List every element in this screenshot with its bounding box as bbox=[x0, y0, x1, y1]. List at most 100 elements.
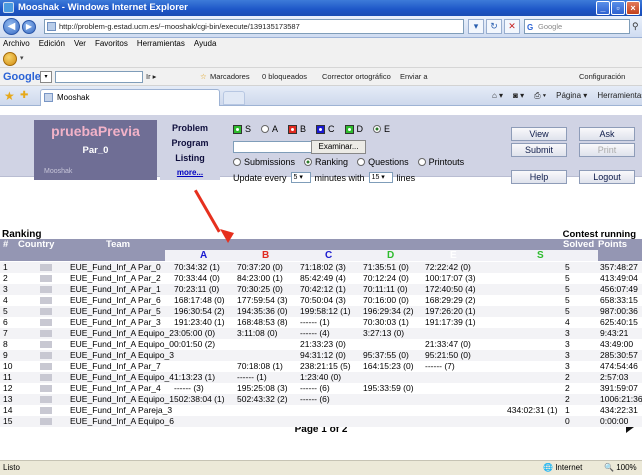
radio-button[interactable] bbox=[304, 158, 313, 166]
group-name: Par_0 bbox=[82, 145, 109, 156]
maximize-button[interactable]: ▫ bbox=[611, 1, 625, 15]
ask-button[interactable]: Ask bbox=[579, 127, 635, 141]
annotation-arrow-a bbox=[194, 189, 221, 233]
points-cell: 658:33:15 bbox=[600, 295, 638, 305]
refresh-icon[interactable]: ↻ bbox=[486, 19, 502, 34]
menu-ver[interactable]: Ver bbox=[74, 38, 86, 50]
team-cell: EUE_Fund_Inf_A Par_3 bbox=[70, 317, 161, 327]
print-button[interactable]: Print bbox=[579, 143, 635, 157]
google-options-dropdown[interactable]: ▾ bbox=[40, 71, 52, 83]
problem-letter: B bbox=[300, 124, 307, 134]
update-mid-label: minutes with bbox=[314, 172, 365, 183]
more-link[interactable]: more... bbox=[160, 168, 220, 177]
problem-d-cell: 3:27:13 (0) bbox=[363, 328, 405, 338]
points-cell: 474:54:46 bbox=[600, 361, 638, 371]
menu-favoritos[interactable]: Favoritos bbox=[95, 38, 128, 50]
add-favorite-icon[interactable]: ✚ bbox=[20, 89, 28, 103]
zoom-level[interactable]: 🔍 100% ▾ bbox=[604, 461, 642, 475]
annotation-arrowhead-a bbox=[220, 229, 234, 243]
view-option-ranking[interactable]: Ranking bbox=[304, 157, 348, 167]
google-settings-button[interactable]: Configuración bbox=[579, 68, 625, 86]
points-cell: 625:40:15 bbox=[600, 317, 638, 327]
menu-ayuda[interactable]: Ayuda bbox=[194, 38, 217, 50]
solved-cell: 5 bbox=[565, 295, 570, 305]
radio-button[interactable] bbox=[417, 158, 426, 166]
problem-option-e[interactable]: E bbox=[373, 124, 390, 134]
menu-edicion[interactable]: Edición bbox=[39, 38, 65, 50]
help-button[interactable]: Help bbox=[511, 170, 567, 184]
search-input[interactable]: G Google bbox=[524, 19, 630, 34]
table-row: 5 EUE_Fund_Inf_A Par_5 196:30:54 (2) 194:35… bbox=[0, 306, 642, 317]
dropdown-arrow-icon[interactable]: ▾ bbox=[468, 19, 484, 34]
problem-d-cell: 95:37:55 (0) bbox=[363, 350, 409, 360]
search-icon[interactable]: ⚲ bbox=[632, 19, 642, 34]
solved-cell: 3 bbox=[565, 328, 570, 338]
google-search-input[interactable] bbox=[55, 71, 143, 83]
country-header: Country bbox=[18, 239, 55, 250]
solved-cell: 5 bbox=[565, 273, 570, 283]
new-tab-button[interactable] bbox=[223, 91, 245, 105]
star-icon[interactable]: ☆ bbox=[200, 68, 207, 86]
forward-icon[interactable]: ▶ bbox=[22, 20, 36, 34]
listing-label: Listing bbox=[175, 153, 205, 163]
lines-select[interactable]: 15 ▾ bbox=[368, 172, 393, 183]
solved-cell: 3 bbox=[565, 350, 570, 360]
team-cell: EUE_Fund_Inf_A Equipo_4 bbox=[70, 372, 174, 382]
problem-a-cell: 70:34:32 (1) bbox=[174, 262, 220, 272]
url-input[interactable]: http://problem-g.estad.ucm.es/~mooshak/c… bbox=[44, 19, 464, 34]
problem-e-cell: 72:22:42 (0) bbox=[425, 262, 471, 272]
problem-column-header-a[interactable]: A bbox=[200, 250, 207, 261]
table-row: 3 EUE_Fund_Inf_A Par_1 70:23:11 (0) 70:30:2… bbox=[0, 284, 642, 295]
radio-button[interactable] bbox=[233, 158, 241, 166]
radio-button[interactable] bbox=[261, 125, 270, 133]
feeds-icon[interactable]: ◙ ▾ bbox=[513, 89, 524, 103]
problem-column-header-e[interactable]: E bbox=[450, 250, 457, 261]
ie-toolbar-icon[interactable] bbox=[3, 52, 17, 66]
problem-option-b[interactable]: B bbox=[288, 124, 306, 134]
problem-c-cell: ------ (6) bbox=[300, 394, 330, 404]
tools-menu[interactable]: Herramientas ▾ bbox=[597, 89, 642, 103]
popups-blocked-label[interactable]: 0 bloqueados bbox=[262, 68, 307, 86]
close-button[interactable]: × bbox=[626, 1, 640, 15]
table-row: 11 EUE_Fund_Inf_A Equipo_4 1:13:23 (1) ----… bbox=[0, 372, 642, 383]
update-prefix-label: Update every bbox=[233, 172, 287, 183]
problem-column-header-s[interactable]: S bbox=[537, 250, 544, 261]
send-to-button[interactable]: Enviar a bbox=[400, 68, 428, 86]
radio-button[interactable] bbox=[373, 125, 382, 133]
window-title: Mooshak - Windows Internet Explorer bbox=[18, 2, 188, 13]
problem-column-header-b[interactable]: B bbox=[262, 250, 269, 261]
form-labels: Problem Program Listing more... bbox=[160, 120, 220, 180]
minutes-select[interactable]: 5 ▾ bbox=[290, 172, 311, 183]
view-option-submissions[interactable]: Submissions bbox=[233, 157, 295, 167]
radio-button[interactable] bbox=[357, 158, 366, 166]
page-menu[interactable]: Página ▾ bbox=[556, 89, 587, 103]
problem-d-cell: 196:29:34 (2) bbox=[363, 306, 414, 316]
logout-button[interactable]: Logout bbox=[579, 170, 635, 184]
home-icon[interactable]: ⌂ ▾ bbox=[492, 89, 503, 103]
view-button[interactable]: View bbox=[511, 127, 567, 141]
menu-herramientas[interactable]: Herramientas bbox=[137, 38, 185, 50]
google-go-button[interactable]: Ir ▸ bbox=[146, 68, 156, 86]
tab-mooshak[interactable]: Mooshak bbox=[40, 89, 220, 106]
favorites-star-icon[interactable]: ★ bbox=[4, 89, 15, 103]
bookmarks-button[interactable]: Marcadores bbox=[210, 68, 250, 86]
problem-option-s[interactable]: S bbox=[233, 124, 251, 134]
minimize-button[interactable]: _ bbox=[596, 1, 610, 15]
back-icon[interactable]: ◀ bbox=[3, 18, 20, 35]
browse-button[interactable]: Examinar... bbox=[311, 140, 366, 154]
view-option-questions[interactable]: Questions bbox=[357, 157, 409, 167]
stop-icon[interactable]: ✕ bbox=[504, 19, 520, 34]
problem-option-c[interactable]: C bbox=[316, 124, 335, 134]
problem-option-d[interactable]: D bbox=[344, 124, 363, 134]
print-icon[interactable]: ⎙ ▾ bbox=[534, 89, 546, 103]
problem-option-a[interactable]: A bbox=[261, 124, 278, 134]
problem-column-header-d[interactable]: D bbox=[387, 250, 394, 261]
spellcheck-button[interactable]: Corrector ortográfico bbox=[322, 68, 391, 86]
chevron-down-icon[interactable]: ▾ bbox=[20, 54, 24, 62]
menu-archivo[interactable]: Archivo bbox=[3, 38, 30, 50]
view-option-printouts[interactable]: Printouts bbox=[417, 157, 464, 167]
points-cell: 2:57:03 bbox=[600, 372, 629, 382]
problem-column-header-c[interactable]: C bbox=[325, 250, 332, 261]
team-cell: EUE_Fund_Inf_A Par_1 bbox=[70, 284, 161, 294]
submit-button[interactable]: Submit bbox=[511, 143, 567, 157]
